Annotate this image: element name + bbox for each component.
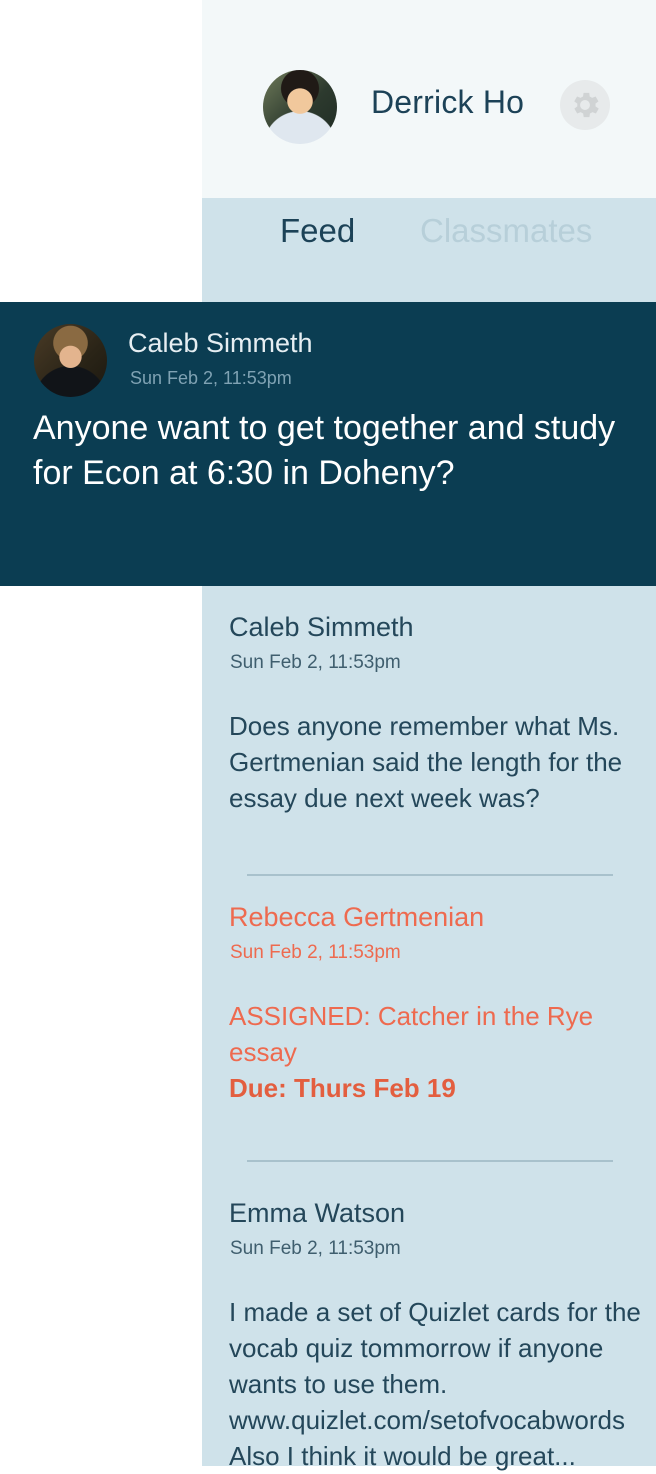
- profile-avatar[interactable]: [263, 70, 337, 144]
- tab-feed[interactable]: Feed: [280, 212, 355, 250]
- post-time: Sun Feb 2, 11:53pm: [230, 1238, 401, 1259]
- featured-author-avatar[interactable]: [34, 324, 107, 397]
- feed-list: Caleb Simmeth Sun Feb 2, 11:53pm Does an…: [202, 586, 656, 1471]
- assignment-due-date: Due: Thurs Feb 19: [229, 1073, 456, 1103]
- featured-post[interactable]: Caleb Simmeth Sun Feb 2, 11:53pm Anyone …: [0, 302, 656, 586]
- tab-bar: Feed Classmates: [202, 198, 656, 302]
- post-time: Sun Feb 2, 11:53pm: [230, 652, 401, 673]
- profile-name: Derrick Ho: [371, 84, 525, 120]
- featured-post-author[interactable]: Caleb Simmeth: [128, 328, 313, 359]
- post-body: I made a set of Quizlet cards for the vo…: [229, 1297, 641, 1471]
- featured-post-body: Anyone want to get together and study fo…: [33, 409, 616, 492]
- post-time: Sun Feb 2, 11:53pm: [230, 942, 401, 963]
- post-body: Does anyone remember what Ms. Gertmenian…: [229, 711, 623, 813]
- post-body: ASSIGNED: Catcher in the Rye essay Due: …: [229, 998, 654, 1106]
- featured-post-time: Sun Feb 2, 11:53pm: [130, 368, 292, 388]
- post-author[interactable]: Caleb Simmeth: [229, 612, 414, 643]
- gear-icon: [574, 92, 599, 118]
- post-author[interactable]: Emma Watson: [229, 1198, 405, 1229]
- post-author[interactable]: Rebecca Gertmenian: [229, 902, 484, 933]
- post-divider: [247, 1160, 613, 1162]
- post-divider: [247, 874, 613, 876]
- settings-button[interactable]: [560, 80, 610, 130]
- tab-classmates[interactable]: Classmates: [420, 212, 592, 250]
- assignment-title: ASSIGNED: Catcher in the Rye essay: [229, 1001, 594, 1067]
